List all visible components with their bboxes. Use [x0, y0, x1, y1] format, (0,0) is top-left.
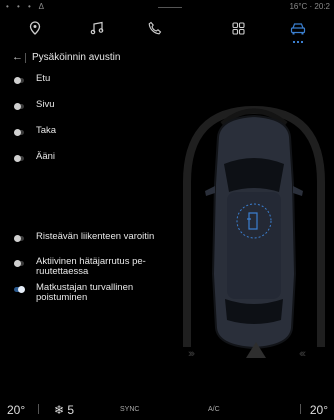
- status-divider: [158, 7, 182, 8]
- header-separator: [25, 53, 26, 63]
- cross-traffic-toggle[interactable]: [14, 235, 24, 242]
- setting-emergency-brake[interactable]: Aktiivinen hätäjarrutus pe- ruutettaessa: [14, 257, 146, 277]
- safe-exit-label: Matkustajan turvallinen poistuminen: [36, 282, 134, 303]
- setting-rear[interactable]: Taka: [14, 126, 56, 136]
- left-temperature[interactable]: 20°: [7, 403, 25, 417]
- right-chevrons-icon: ‹‹‹: [299, 348, 306, 360]
- side-label: Sivu: [36, 99, 55, 110]
- phone-icon[interactable]: [142, 17, 168, 39]
- divider: [38, 404, 39, 414]
- ac-button[interactable]: A/C: [208, 406, 220, 413]
- location-icon[interactable]: [22, 17, 48, 39]
- front-toggle[interactable]: [14, 77, 24, 84]
- left-chevrons-icon: ›››: [188, 348, 195, 360]
- setting-safe-exit[interactable]: Matkustajan turvallinen poistuminen: [14, 283, 133, 303]
- safe-exit-toggle[interactable]: [14, 286, 25, 293]
- right-temperature[interactable]: 20°: [310, 403, 328, 417]
- side-toggle[interactable]: [14, 103, 24, 110]
- setting-cross-traffic[interactable]: Risteävän liikenteen varoitin: [14, 232, 154, 242]
- climate-bar: 20° ❄ 5 SYNC A/C 20°: [0, 396, 334, 420]
- back-arrow-icon[interactable]: ←: [12, 51, 23, 63]
- apps-icon[interactable]: [225, 17, 251, 39]
- sound-toggle[interactable]: [14, 155, 24, 162]
- music-icon[interactable]: [84, 17, 110, 39]
- status-bar: • • • Δ 16°C · 20:2: [0, 0, 334, 14]
- top-navigation: [0, 17, 334, 43]
- car-icon[interactable]: [285, 17, 311, 43]
- rear-label: Taka: [36, 125, 57, 136]
- emergency-brake-label: Aktiivinen hätäjarrutus pe- ruutettaessa: [36, 256, 146, 277]
- cross-traffic-label: Risteävän liikenteen varoitin: [36, 231, 155, 242]
- sync-button[interactable]: SYNC: [120, 406, 139, 413]
- front-label: Etu: [36, 73, 51, 84]
- rear-toggle[interactable]: [14, 129, 24, 136]
- page-title: Pysäköinnin avustin: [32, 52, 121, 63]
- emergency-brake-toggle[interactable]: [14, 260, 24, 267]
- signal-indicators: • • • Δ: [6, 2, 47, 11]
- sound-label: Ääni: [36, 151, 56, 162]
- car-top-view: [205, 114, 303, 350]
- setting-sound[interactable]: Ääni: [14, 152, 55, 162]
- setting-front[interactable]: Etu: [14, 74, 50, 84]
- setting-side[interactable]: Sivu: [14, 100, 54, 110]
- fan-speed[interactable]: ❄ 5: [54, 403, 74, 417]
- parking-visual: [183, 105, 325, 358]
- temperature-time: 16°C · 20:2: [289, 2, 330, 11]
- divider: [300, 404, 301, 414]
- page-header: ← Pysäköinnin avustin: [0, 50, 334, 68]
